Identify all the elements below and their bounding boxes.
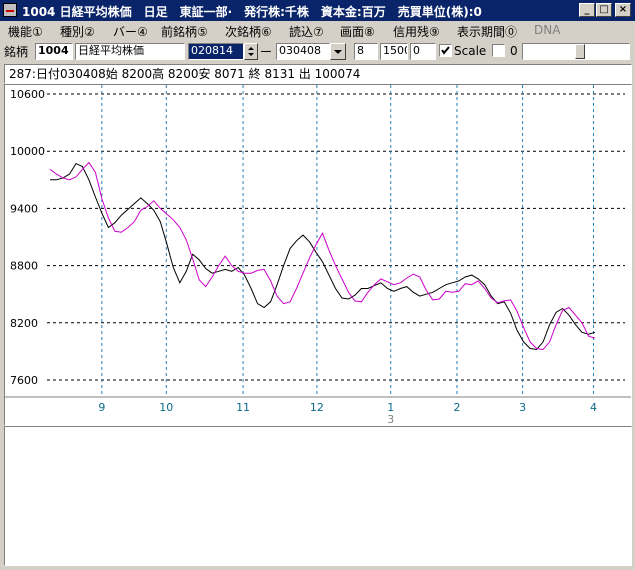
menu-display-period[interactable]: 表示期間⓪ [457, 23, 517, 40]
slider-track[interactable] [522, 43, 630, 60]
y-tick-label: 10000 [10, 145, 45, 158]
menu-type[interactable]: 種別② [60, 23, 95, 40]
from-date-field[interactable]: 020814 [188, 43, 244, 60]
from-date-spinner[interactable] [244, 43, 258, 60]
series-line-0 [50, 162, 596, 351]
menu-next-stock[interactable]: 次銘柄⑥ [225, 23, 272, 40]
x-tick-label: 11 [236, 401, 250, 414]
name-field[interactable]: 日経平均株価 [75, 43, 185, 60]
x-tick-sublabel: 3 [387, 413, 394, 425]
x-tick-label: 2 [453, 401, 460, 414]
menu-prev-stock[interactable]: 前銘柄⑤ [161, 23, 208, 40]
date-dash: ー [260, 45, 273, 59]
code-label: 銘柄 [4, 45, 29, 59]
menu-bar: 機能① 種別② バー④ 前銘柄⑤ 次銘柄⑥ 読込⑦ 画面⑧ 信用残⑨ 表示期間⓪… [0, 21, 635, 40]
menu-load[interactable]: 読込⑦ [289, 23, 324, 40]
param1-field[interactable]: 8 [354, 43, 378, 60]
x-tick-label: 12 [310, 401, 324, 414]
app-icon[interactable] [3, 3, 17, 17]
maximize-button[interactable]: □ [596, 3, 612, 17]
window-title: 1004 日経平均株価 日足 東証一部· 発行株:千株 資本金:百万 売買単位(… [22, 5, 482, 19]
menu-bar-type[interactable]: バー④ [113, 23, 148, 40]
y-tick-label: 8800 [10, 260, 38, 273]
x-tick-label: 4 [590, 401, 597, 414]
chevron-down-icon [334, 50, 342, 54]
lower-panel [4, 426, 632, 566]
option-value: 0 [510, 44, 518, 58]
menu-function[interactable]: 機能① [8, 23, 43, 40]
option-checkbox[interactable] [492, 44, 505, 57]
slider-thumb[interactable] [575, 44, 585, 59]
x-tick-label: 3 [519, 401, 526, 414]
to-date-dropdown[interactable] [330, 43, 346, 60]
param3-field[interactable]: 0 [410, 43, 436, 60]
x-tick-label: 9 [98, 401, 105, 414]
scale-checkbox[interactable] [439, 44, 452, 57]
price-chart: 106001000094008800820076009 10 11 12 132 3 4 [5, 85, 631, 426]
menu-margin[interactable]: 信用残⑨ [393, 23, 440, 40]
code-field[interactable]: 1004 [35, 43, 73, 60]
chart-area: 10600 10000 9400 8800 8200 7600 9 10 11 12 1 3 2 3 4 [4, 84, 632, 426]
y-tick-label: 10600 [10, 88, 45, 101]
y-tick-label: 8200 [10, 317, 38, 330]
param2-field[interactable]: 1500 [380, 43, 408, 60]
y-tick-label: 9400 [10, 202, 38, 215]
x-tick-label: 10 [159, 401, 173, 414]
menu-dna[interactable]: DNA [534, 23, 560, 37]
y-tick-label: 7600 [10, 374, 38, 387]
title-bar: 1004 日経平均株価 日足 東証一部· 発行株:千株 資本金:百万 売買単位(… [0, 0, 635, 21]
minimize-button[interactable]: _ [579, 3, 595, 17]
close-button[interactable]: × [615, 3, 631, 17]
scale-label: Scale [454, 44, 487, 58]
toolbar: 銘柄 1004 日経平均株価 020814 ー 030408 8 1500 0 … [0, 40, 635, 64]
to-date-field[interactable]: 030408 [276, 43, 330, 60]
info-bar: 287:日付030408始 8200高 8200安 8071 終 8131 出 … [4, 64, 632, 84]
menu-screen[interactable]: 画面⑧ [340, 23, 375, 40]
